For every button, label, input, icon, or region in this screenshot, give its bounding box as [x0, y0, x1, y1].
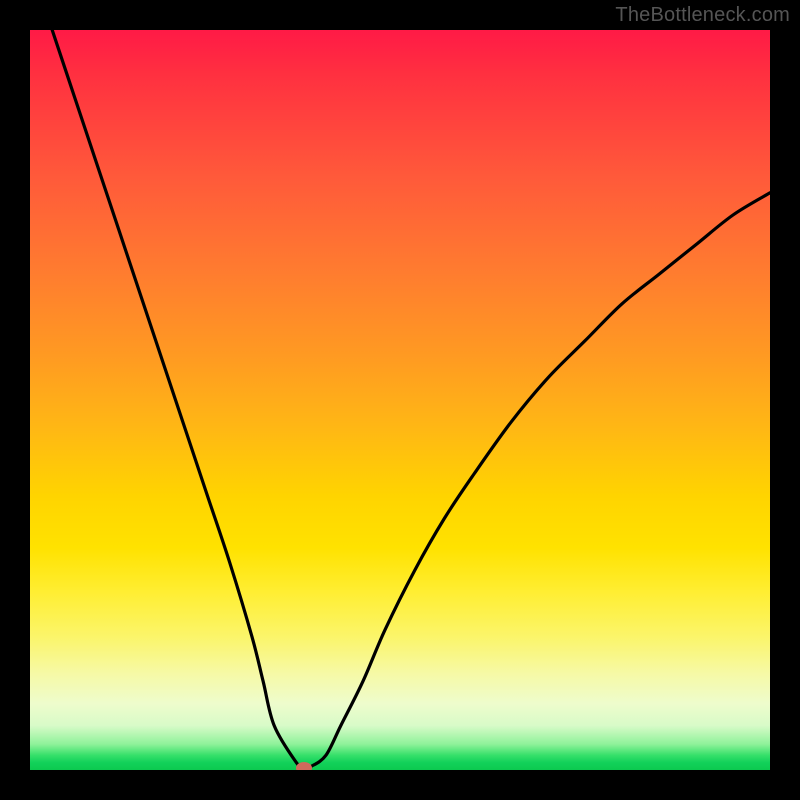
bottleneck-curve: [30, 30, 770, 770]
plot-area: [30, 30, 770, 770]
watermark-text: TheBottleneck.com: [615, 4, 790, 27]
optimal-point-marker: [296, 762, 312, 770]
chart-frame: TheBottleneck.com: [0, 0, 800, 800]
